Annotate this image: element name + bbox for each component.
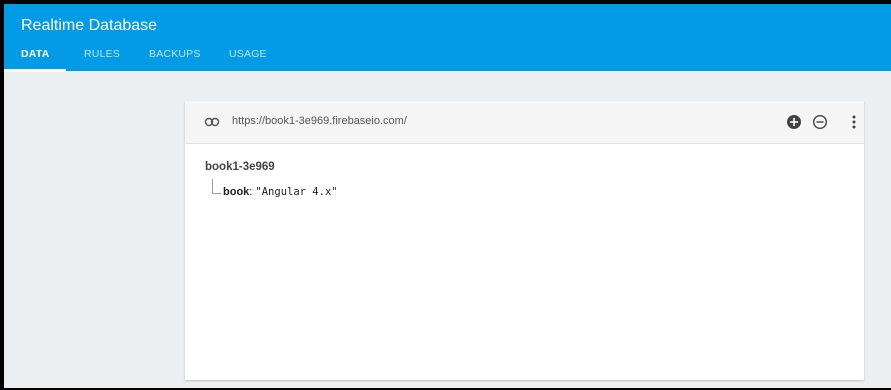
remove-icon[interactable] (812, 114, 828, 130)
tab-rules[interactable]: RULES (84, 48, 120, 71)
tab-backups[interactable]: BACKUPS (149, 48, 201, 71)
link-icon (204, 117, 220, 127)
root-node-key[interactable]: book1-3e969 (205, 161, 275, 173)
more-vert-icon[interactable] (851, 114, 857, 130)
tree-node[interactable]: book: "Angular 4.x" (223, 186, 338, 198)
app-header: Realtime Database DATA RULES BACKUPS USA… (4, 4, 891, 72)
active-tab-indicator (4, 69, 66, 72)
database-url[interactable]: https://book1-3e969.firebaseio.com/ (232, 115, 407, 127)
add-icon[interactable] (786, 114, 802, 130)
tab-bar: DATA RULES BACKUPS USAGE (4, 48, 891, 71)
app-window: Realtime Database DATA RULES BACKUPS USA… (4, 4, 891, 388)
node-key: book (223, 186, 250, 198)
tree-connector (212, 179, 221, 194)
tab-usage[interactable]: USAGE (229, 48, 267, 71)
card-header: https://book1-3e969.firebaseio.com/ (185, 101, 864, 144)
data-viewer-card: https://book1-3e969.firebaseio.com/ book… (185, 101, 864, 380)
tab-data[interactable]: DATA (21, 48, 49, 71)
app-title: Realtime Database (21, 17, 158, 34)
node-value[interactable]: "Angular 4.x" (255, 186, 337, 198)
